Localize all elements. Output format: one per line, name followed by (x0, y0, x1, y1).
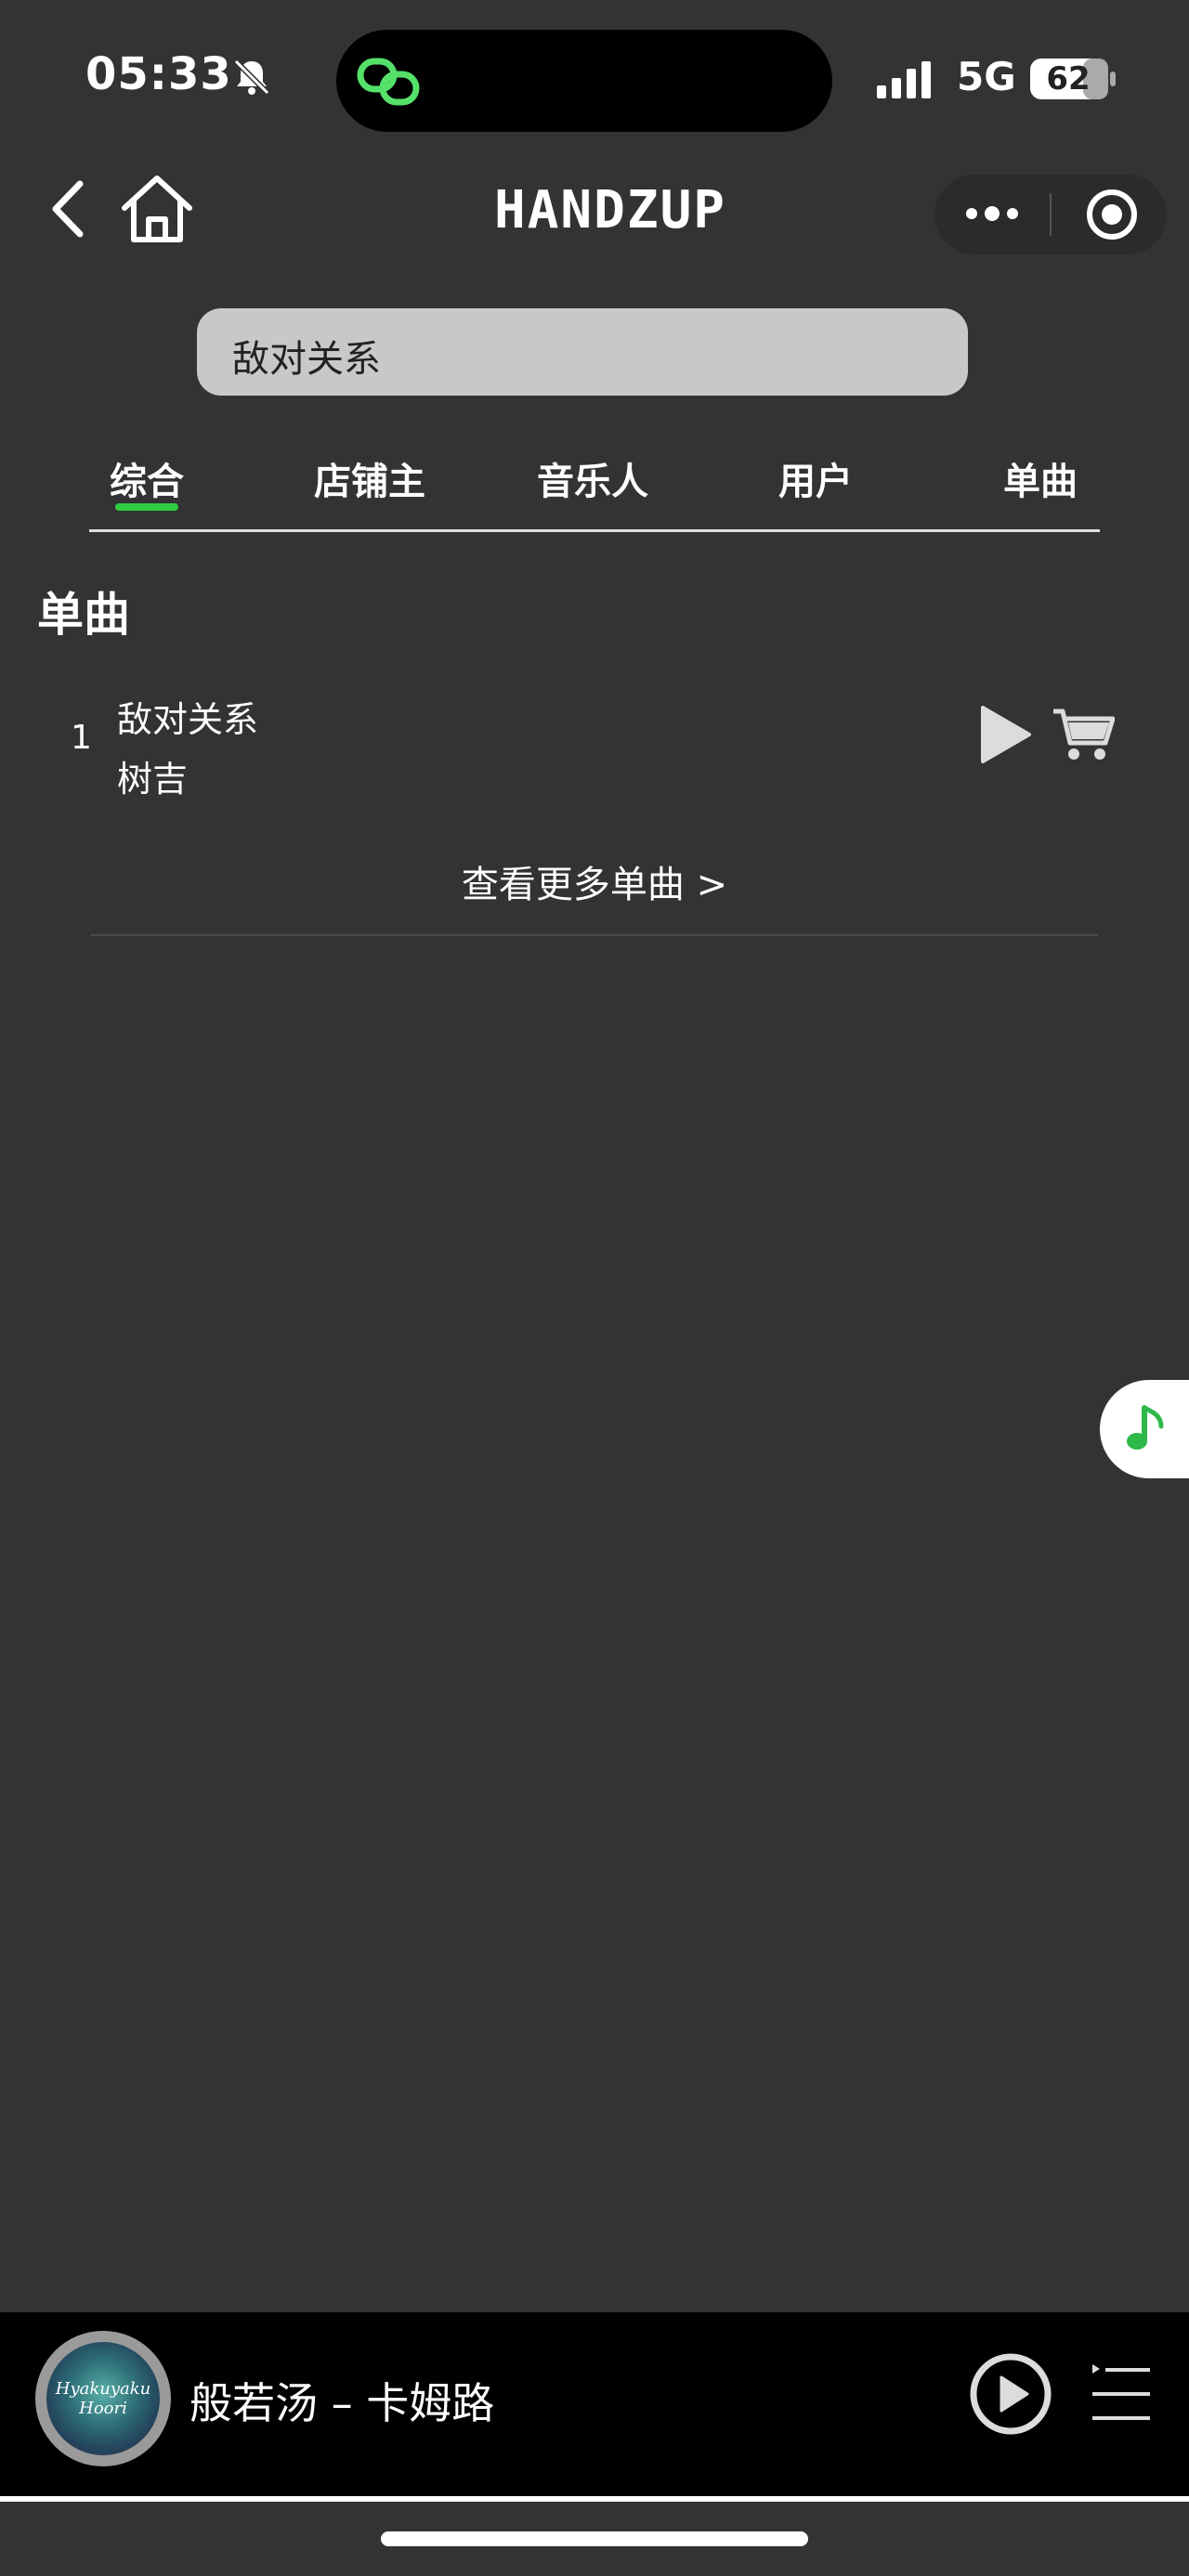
home-indicator (381, 2531, 808, 2546)
song-title[interactable]: 敌对关系 (117, 691, 258, 742)
song-index: 1 (71, 719, 92, 757)
player-divider (0, 2496, 1189, 2502)
signal-icon (877, 61, 931, 98)
network-label: 5G (957, 54, 1016, 99)
cart-icon[interactable] (1052, 706, 1115, 763)
target-icon[interactable] (1081, 184, 1143, 245)
bell-slash-icon (233, 59, 270, 96)
capsule-divider (1050, 193, 1052, 236)
status-time: 05:33 (85, 48, 232, 100)
tab-single[interactable]: 单曲 (957, 451, 1124, 505)
music-note-icon (1127, 1405, 1164, 1450)
tabs-divider (89, 529, 1100, 532)
active-tab-indicator (115, 503, 178, 511)
player-play-icon[interactable] (968, 2351, 1053, 2437)
playlist-icon[interactable] (1089, 2361, 1154, 2426)
app-logo: HANDZUP (494, 180, 727, 241)
search-query: 敌对关系 (232, 338, 381, 381)
back-icon[interactable] (46, 176, 91, 241)
tab-overview[interactable]: 综合 (63, 451, 230, 505)
section-divider (91, 934, 1098, 936)
tab-user[interactable]: 用户 (732, 451, 899, 505)
tab-shop-owner[interactable]: 店铺主 (286, 451, 453, 505)
now-playing-text[interactable]: 般若汤 – 卡姆路 (189, 2370, 494, 2431)
tab-musician[interactable]: 音乐人 (509, 451, 676, 505)
section-title: 单曲 (37, 588, 130, 642)
song-artist[interactable]: 树吉 (117, 750, 188, 801)
link-icon (357, 58, 420, 106)
more-singles-link[interactable]: 查看更多单曲 > (0, 854, 1189, 908)
more-icon[interactable] (962, 195, 1022, 232)
home-icon[interactable] (119, 173, 195, 245)
battery-level: 62 (1046, 60, 1091, 98)
play-icon[interactable] (977, 704, 1033, 765)
album-art-text: Hyakuyaku Hoori (55, 2379, 151, 2418)
